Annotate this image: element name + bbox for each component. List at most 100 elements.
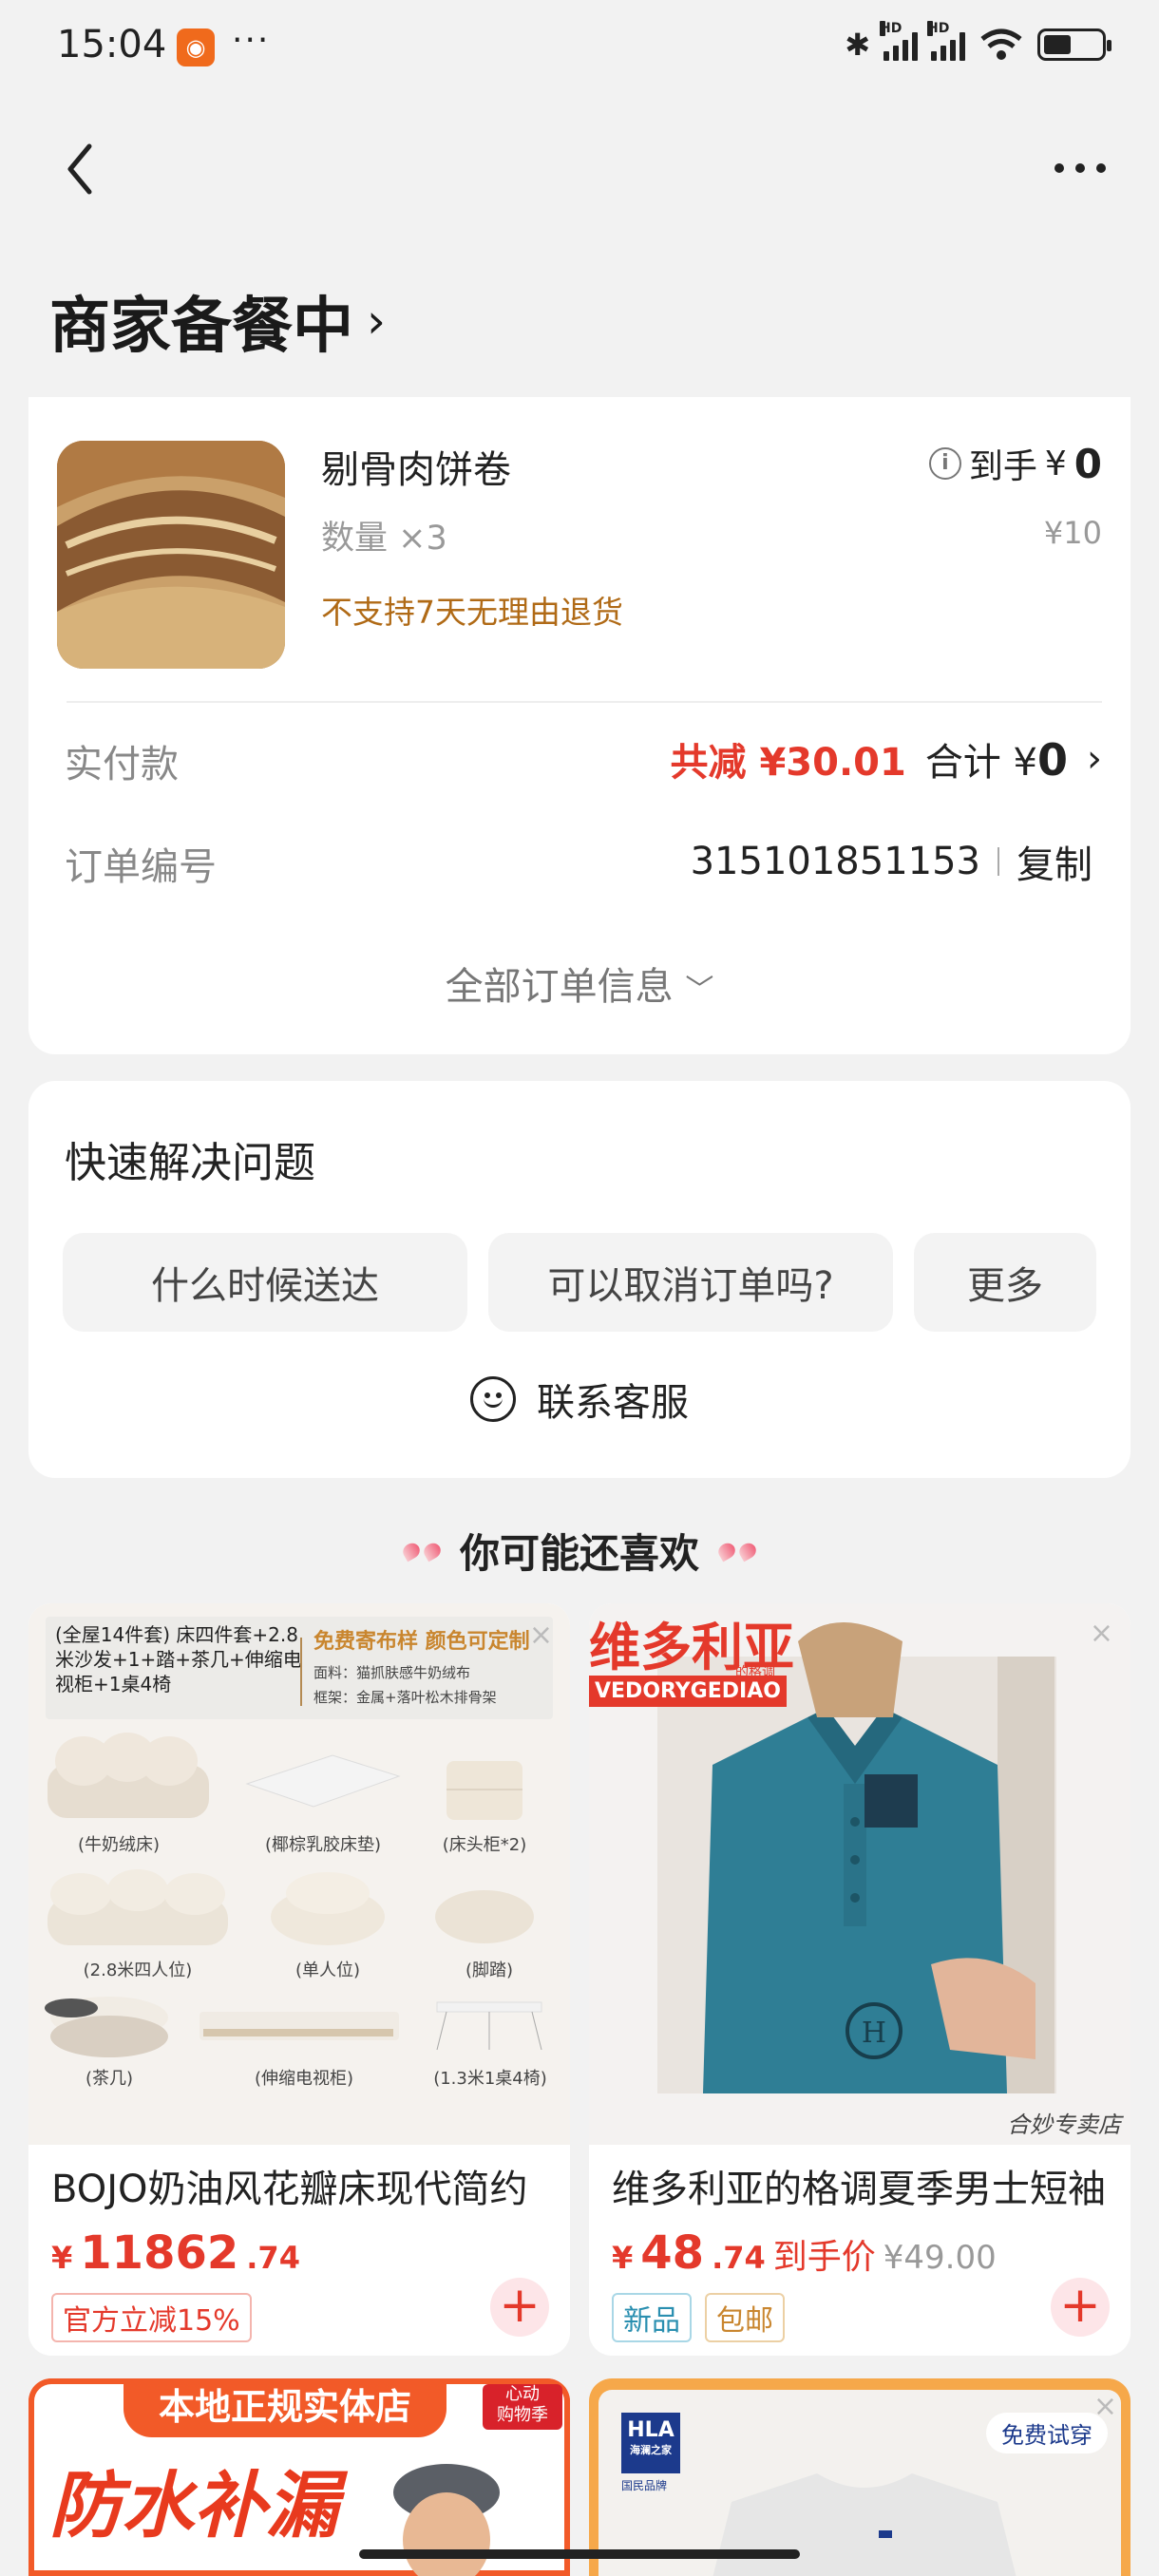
new-tag: 新品 bbox=[612, 2293, 692, 2342]
caption: (脚踏) bbox=[466, 1960, 513, 1980]
price-symbol: ¥ bbox=[51, 2240, 73, 2276]
add-to-cart-button[interactable]: + bbox=[1051, 2278, 1110, 2337]
chevron-right-icon: › bbox=[1087, 737, 1102, 781]
product-card[interactable]: H 维多利亚 的格调 VEDORYGEDIAO 合妙专卖店 × 维多利亚的格调夏… bbox=[589, 1603, 1130, 2356]
product-card[interactable]: HLA 海澜之家 国民品牌 免费试穿 × bbox=[589, 2378, 1130, 2576]
discount-amount: 共减 ¥30.01 bbox=[670, 741, 906, 785]
brand-logo: HLA 海澜之家 bbox=[621, 2413, 680, 2473]
shop-watermark: 合妙专卖店 bbox=[1007, 2112, 1121, 2138]
caption: (牛奶绒床) bbox=[78, 1835, 160, 1855]
promo-badge: 心动 购物季 bbox=[483, 2384, 562, 2430]
separator bbox=[998, 847, 999, 876]
return-policy: 不支持7天无理由退货 bbox=[321, 594, 623, 631]
product-quantity: 数量 ×3 bbox=[321, 520, 447, 558]
price-symbol: ¥ bbox=[1044, 444, 1067, 483]
price-box: i 到手 ¥0 ¥10 bbox=[928, 439, 1102, 551]
free-trial-badge: 免费试穿 bbox=[986, 2413, 1108, 2453]
original-price: ¥10 bbox=[1043, 515, 1102, 551]
original-price: ¥49.00 bbox=[883, 2239, 997, 2277]
order-number: 315101851153 bbox=[690, 840, 980, 883]
promo-tag: 官方立减15% bbox=[51, 2293, 252, 2342]
copy-button[interactable]: 复制 bbox=[1016, 834, 1092, 889]
product-name[interactable]: 剔骨肉饼卷 bbox=[321, 439, 511, 494]
all-order-info-label: 全部订单信息 bbox=[445, 965, 674, 1009]
banner-label: 本地正规实体店 bbox=[124, 2378, 446, 2437]
product-card[interactable]: (全屋14件套) 床四件套+2.8米沙发+1+踏+茶几+伸缩电视柜+1桌4椅 免… bbox=[28, 1603, 570, 2356]
chevron-down-icon: ﹀ bbox=[685, 974, 714, 1007]
pay-label: 实付款 bbox=[65, 743, 179, 786]
caption: (单人位) bbox=[295, 1960, 360, 1980]
home-indicator[interactable] bbox=[359, 2549, 800, 2559]
page-title[interactable]: 商家备餐中 › bbox=[49, 277, 386, 365]
more-notifications-icon: ··· bbox=[232, 21, 271, 60]
total-amount: 合计 ¥0 bbox=[924, 734, 1068, 786]
tshirt-illustration bbox=[712, 2473, 1016, 2576]
quick-button-more[interactable]: 更多 bbox=[914, 1233, 1096, 1332]
price-label: 到手价 bbox=[772, 2238, 876, 2277]
recommend-heading-text: 你可能还喜欢 bbox=[459, 1530, 699, 1577]
banner-spec: 框架：金属+落叶松木排骨架 bbox=[314, 1689, 497, 1706]
brand-sub: 国民品牌 bbox=[621, 2479, 668, 2492]
caption: (1.3米1桌4椅) bbox=[433, 2069, 547, 2089]
price-symbol: ¥ bbox=[612, 2240, 634, 2276]
caption: (床头柜*2) bbox=[443, 1835, 527, 1855]
banner-spec: 面料：猫抓肤感牛奶绒布 bbox=[314, 1664, 471, 1681]
payment-summary[interactable]: 共减 ¥30.01 合计 ¥0 › bbox=[671, 731, 1102, 786]
sparkle-icon bbox=[400, 1540, 444, 1562]
battery-icon bbox=[1037, 28, 1112, 61]
brand-logo-text: HLA bbox=[627, 2418, 674, 2442]
sparkle-icon bbox=[715, 1540, 759, 1562]
quick-solve-title: 快速解决问题 bbox=[65, 1139, 315, 1187]
order-number-label: 订单编号 bbox=[65, 845, 217, 889]
banner-promo: 免费寄布样 颜色可定制 bbox=[314, 1630, 530, 1654]
svg-text:H: H bbox=[862, 2017, 886, 2050]
brand-en: VEDORYGEDIAO bbox=[589, 1676, 787, 1707]
page-title-text: 商家备餐中 bbox=[49, 292, 353, 362]
close-icon[interactable]: × bbox=[1090, 1617, 1113, 1650]
price-label: 到手 bbox=[968, 447, 1037, 486]
furniture-illustration: (牛奶绒床) (椰棕乳胶床垫) (床头柜*2) (2.8米四人位) (单人位) … bbox=[45, 1733, 547, 2089]
quick-button-cancel-order[interactable]: 可以取消订单吗? bbox=[488, 1233, 893, 1332]
brand-logo-cn: 海澜之家 bbox=[630, 2444, 672, 2456]
price-integer: 11862 bbox=[80, 2226, 239, 2280]
signal-icon: HD bbox=[880, 21, 918, 61]
price-decimal: .74 bbox=[712, 2240, 766, 2276]
caption: (2.8米四人位) bbox=[84, 1960, 193, 1980]
product-image[interactable]: H 维多利亚 的格调 VEDORYGEDIAO 合妙专卖店 × bbox=[589, 1603, 1130, 2145]
product-image[interactable]: (全屋14件套) 床四件套+2.8米沙发+1+踏+茶几+伸缩电视柜+1桌4椅 免… bbox=[28, 1603, 570, 2145]
divider bbox=[66, 701, 1102, 703]
contact-service-button[interactable]: 联系客服 bbox=[28, 1372, 1130, 1427]
more-options-icon[interactable] bbox=[1054, 163, 1106, 173]
free-shipping-tag: 包邮 bbox=[705, 2293, 785, 2342]
status-bar: 15:04 ◉ ··· ✱ HD HD bbox=[0, 0, 1159, 95]
final-price: 0 bbox=[1074, 440, 1102, 487]
customer-service-icon bbox=[470, 1376, 516, 1422]
quick-button-delivery-time[interactable]: 什么时候送达 bbox=[63, 1233, 467, 1332]
product-tags: 新品 包邮 bbox=[612, 2293, 785, 2342]
contact-service-label: 联系客服 bbox=[537, 1381, 689, 1425]
back-icon[interactable] bbox=[61, 141, 99, 198]
product-card[interactable]: 本地正规实体店 心动 购物季 防水补漏 bbox=[28, 2378, 570, 2576]
order-number-row: 315101851153 复制 bbox=[691, 834, 1092, 889]
status-time: 15:04 bbox=[57, 23, 167, 66]
close-icon[interactable]: × bbox=[529, 1619, 553, 1652]
app-notification-icon: ◉ bbox=[177, 28, 215, 66]
order-card: 剔骨肉饼卷 数量 ×3 不支持7天无理由退货 i 到手 ¥0 ¥10 实付款 共减… bbox=[28, 397, 1130, 1054]
price-decimal: .74 bbox=[246, 2240, 300, 2276]
all-order-info-toggle[interactable]: 全部订单信息 ﹀ bbox=[28, 956, 1130, 1011]
info-icon[interactable]: i bbox=[928, 447, 961, 480]
product-banner: (全屋14件套) 床四件套+2.8米沙发+1+踏+茶几+伸缩电视柜+1桌4椅 免… bbox=[46, 1617, 553, 1719]
caption: (伸缩电视柜) bbox=[255, 2069, 353, 2089]
caption: (椰棕乳胶床垫) bbox=[265, 1835, 381, 1855]
banner-headline: 防水补漏 bbox=[49, 2463, 338, 2548]
banner-divider bbox=[300, 1638, 302, 1706]
product-price: ¥48.74 到手价 ¥49.00 bbox=[612, 2226, 997, 2280]
product-thumbnail[interactable] bbox=[57, 441, 285, 669]
close-icon[interactable]: × bbox=[1093, 2390, 1117, 2423]
chevron-right-icon: › bbox=[367, 294, 386, 349]
product-title[interactable]: 维多利亚的格调夏季男士短袖 bbox=[612, 2158, 1125, 2213]
product-title[interactable]: BOJO奶油风花瓣床现代简约 bbox=[51, 2158, 564, 2213]
caption: (茶几) bbox=[86, 2069, 133, 2089]
add-to-cart-button[interactable]: + bbox=[490, 2278, 549, 2337]
product-tags: 官方立减15% bbox=[51, 2293, 252, 2342]
